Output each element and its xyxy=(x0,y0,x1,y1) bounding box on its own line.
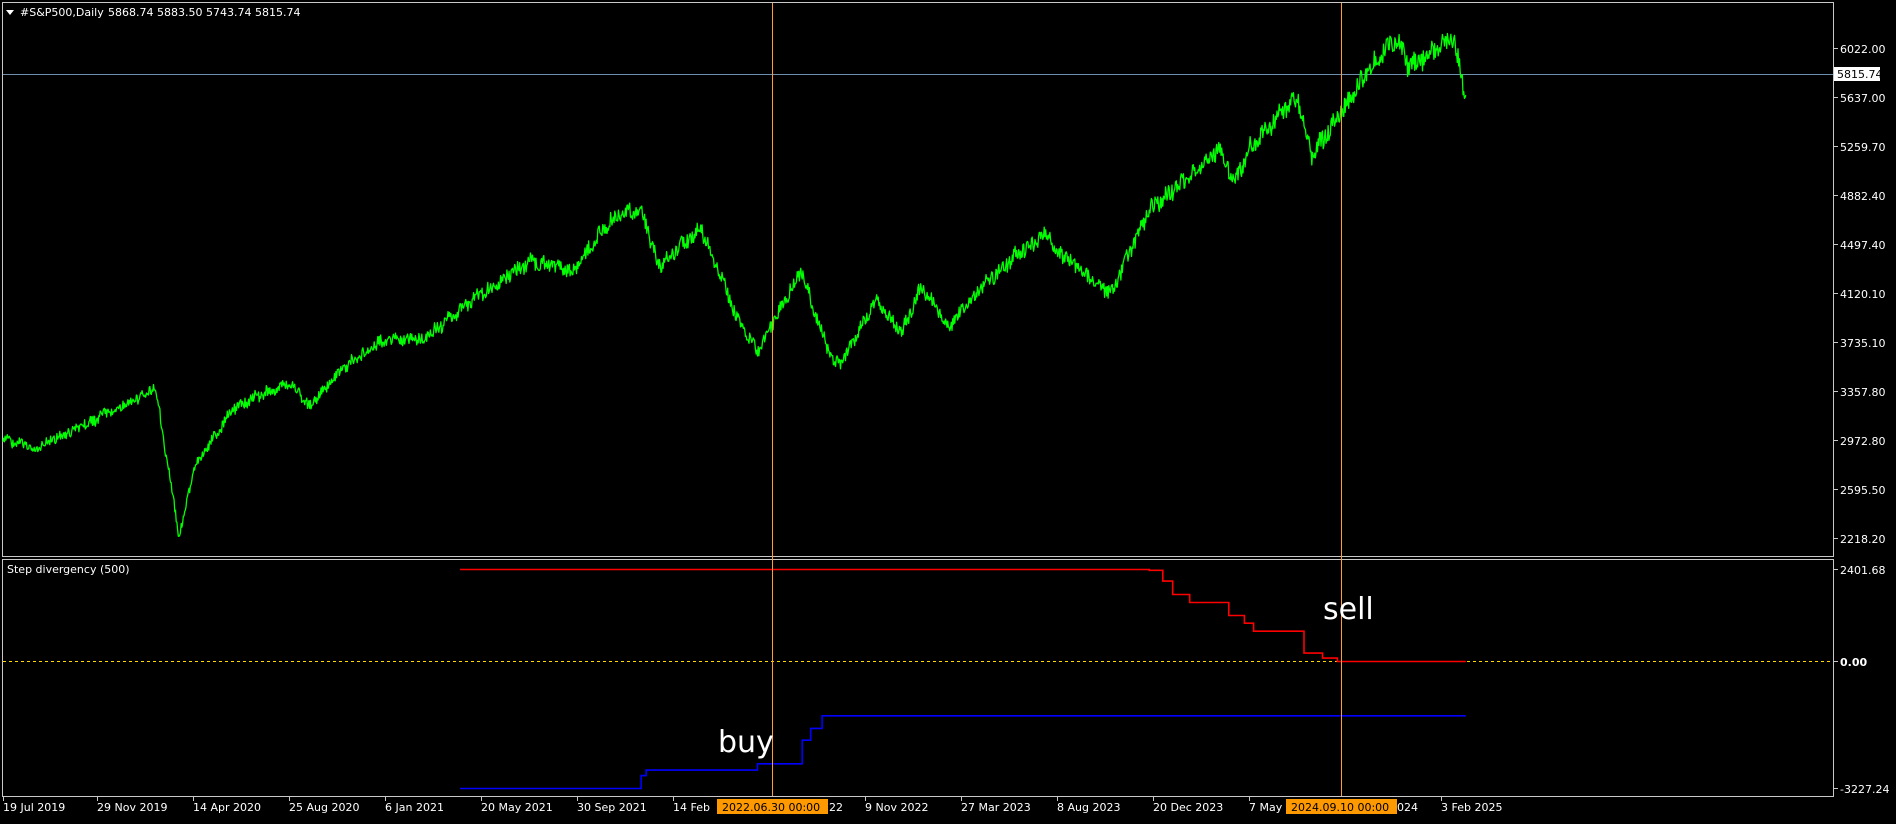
current-price-label: 5815.74 xyxy=(1837,68,1883,81)
ohlc-values: 5868.74 5883.50 5743.74 5815.74 xyxy=(108,6,300,19)
chart-background xyxy=(0,0,1896,820)
price-tick: 5637.00 xyxy=(1833,92,1886,105)
time-tick-label: 14 Apr 2020 xyxy=(193,801,261,814)
price-tick-label: 5259.70 xyxy=(1840,141,1886,154)
price-tick-label: 2972.80 xyxy=(1840,435,1886,448)
price-tick-label: 4882.40 xyxy=(1840,190,1886,203)
indicator-tick-label: 2401.68 xyxy=(1840,564,1886,577)
price-tick: 4882.40 xyxy=(1833,190,1886,203)
buy-annotation: buy xyxy=(718,725,774,760)
time-tick-label: 14 Feb xyxy=(673,801,710,814)
indicator-tick-label: -3227.24 xyxy=(1840,783,1889,796)
price-tick-label: 6022.00 xyxy=(1840,43,1886,56)
time-tick-label: 29 Nov 2019 xyxy=(97,801,167,814)
price-tick: 4497.40 xyxy=(1833,239,1886,252)
price-tick: 3735.10 xyxy=(1833,337,1886,350)
price-tick: 2972.80 xyxy=(1833,435,1886,448)
time-tick-label: 7 May xyxy=(1249,801,1283,814)
time-tick-label: 9 Nov 2022 xyxy=(865,801,928,814)
time-tick-label: 20 May 2021 xyxy=(481,801,553,814)
time-tick: 024 xyxy=(1397,801,1418,814)
price-tick-label: 4497.40 xyxy=(1840,239,1886,252)
time-tick-label: 6 Jan 2021 xyxy=(385,801,444,814)
chart-canvas[interactable]: #S&P500,Daily 5868.74 5883.50 5743.74 58… xyxy=(0,0,1896,820)
price-tick-label: 3357.80 xyxy=(1840,386,1886,399)
price-tick: 3357.80 xyxy=(1833,386,1886,399)
time-tick-label: 024 xyxy=(1397,801,1418,814)
trading-chart[interactable]: #S&P500,Daily 5868.74 5883.50 5743.74 58… xyxy=(0,0,1896,820)
crosshair-date-label-1: 2022.06.30 00:00 xyxy=(722,801,820,814)
indicator-tick-label: 0.00 xyxy=(1840,656,1867,669)
crosshair-date-label-2: 2024.09.10 00:00 xyxy=(1291,801,1389,814)
indicator-title: Step divergency (500) xyxy=(7,563,130,576)
time-tick-label: 19 Jul 2019 xyxy=(3,801,65,814)
time-tick-label: 27 Mar 2023 xyxy=(961,801,1031,814)
price-tick-label: 2595.50 xyxy=(1840,484,1886,497)
price-tick-label: 3735.10 xyxy=(1840,337,1886,350)
time-tick-label: 22 xyxy=(829,801,843,814)
time-tick-label: 30 Sep 2021 xyxy=(577,801,647,814)
symbol-label: #S&P500,Daily xyxy=(20,6,104,19)
price-tick-label: 5637.00 xyxy=(1840,92,1886,105)
time-tick-label: 25 Aug 2020 xyxy=(289,801,359,814)
price-tick-label: 2218.20 xyxy=(1840,533,1886,546)
price-tick: 2218.20 xyxy=(1833,533,1886,546)
time-tick-label: 3 Feb 2025 xyxy=(1441,801,1502,814)
time-tick-label: 8 Aug 2023 xyxy=(1057,801,1120,814)
sell-annotation: sell xyxy=(1323,592,1374,627)
price-tick: 5259.70 xyxy=(1833,141,1886,154)
time-tick: 22 xyxy=(829,801,843,814)
time-tick-label: 20 Dec 2023 xyxy=(1153,801,1223,814)
price-tick: 2595.50 xyxy=(1833,484,1886,497)
price-tick: 6022.00 xyxy=(1833,43,1886,56)
price-tick-label: 4120.10 xyxy=(1840,288,1886,301)
price-tick: 4120.10 xyxy=(1833,288,1886,301)
